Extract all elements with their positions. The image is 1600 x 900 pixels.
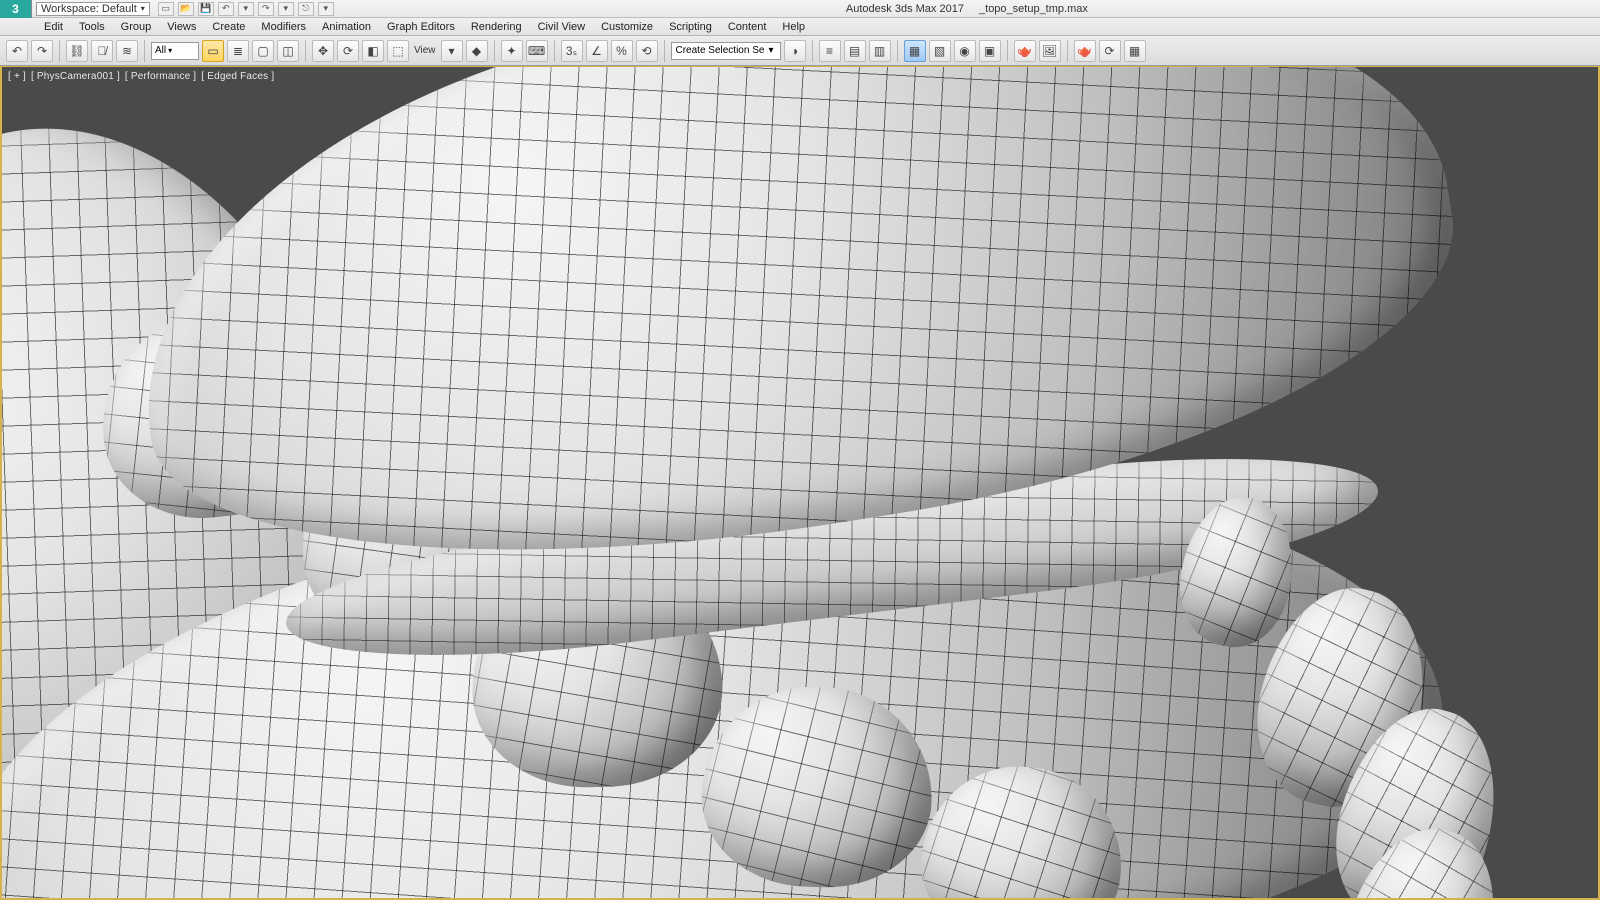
snap-toggle-button[interactable]: 3ₛ — [561, 40, 583, 62]
menu-civil-view[interactable]: Civil View — [530, 18, 593, 35]
separator — [144, 40, 145, 62]
separator — [494, 40, 495, 62]
menu-help[interactable]: Help — [774, 18, 813, 35]
rotate-button[interactable]: ⟳ — [337, 40, 359, 62]
menu-graph-editors[interactable]: Graph Editors — [379, 18, 463, 35]
placement-button[interactable]: ⬚ — [387, 40, 409, 62]
save-icon[interactable]: 💾 — [198, 2, 214, 16]
mirror-button[interactable]: ◑ — [784, 40, 806, 62]
separator — [664, 40, 665, 62]
redo-icon[interactable]: ↷ — [258, 2, 274, 16]
open-file-icon[interactable]: 📂 — [178, 2, 194, 16]
link-button[interactable]: ⛓ — [66, 40, 88, 62]
pivot-button[interactable]: ◆ — [466, 40, 488, 62]
menu-animation[interactable]: Animation — [314, 18, 379, 35]
redo-dropdown-icon[interactable]: ▾ — [278, 2, 294, 16]
undo-dropdown-icon[interactable]: ▾ — [238, 2, 254, 16]
window-crossing-button[interactable]: ◫ — [277, 40, 299, 62]
render-last-button[interactable]: ⟳ — [1099, 40, 1121, 62]
new-file-icon[interactable]: ▭ — [158, 2, 174, 16]
workspace-label: Workspace: Default — [41, 3, 137, 15]
bind-spacewarp-button[interactable]: ≋ — [116, 40, 138, 62]
app-name: Autodesk 3ds Max 2017 — [846, 3, 964, 15]
align-button[interactable]: ≡ — [819, 40, 841, 62]
separator — [812, 40, 813, 62]
select-by-name-button[interactable]: ≣ — [227, 40, 249, 62]
menu-create[interactable]: Create — [204, 18, 253, 35]
separator — [1007, 40, 1008, 62]
move-button[interactable]: ✥ — [312, 40, 334, 62]
render-frame-button[interactable]: 🫖 — [1014, 40, 1036, 62]
material-editor-button[interactable]: ◉ — [954, 40, 976, 62]
workspace-selector[interactable]: Workspace: Default ▾ — [36, 2, 150, 16]
redo-button[interactable]: ↷ — [31, 40, 53, 62]
menu-content[interactable]: Content — [720, 18, 775, 35]
app-logo[interactable]: 3 — [0, 0, 32, 18]
undo-button[interactable]: ↶ — [6, 40, 28, 62]
selection-filter[interactable]: All ▾ — [151, 42, 199, 60]
menu-views[interactable]: Views — [159, 18, 204, 35]
qat-dropdown-icon[interactable]: ▾ — [318, 2, 334, 16]
keyboard-shortcut-button[interactable]: ⌨ — [526, 40, 548, 62]
selection-set-combo[interactable]: Create Selection Se ▾ — [671, 42, 781, 60]
menu-rendering[interactable]: Rendering — [463, 18, 530, 35]
chevron-down-icon: ▾ — [768, 45, 773, 56]
filter-value: All — [155, 45, 166, 56]
unlink-button[interactable]: ⛓̸ — [91, 40, 113, 62]
manipulate-button[interactable]: ✦ — [501, 40, 523, 62]
file-name: _topo_setup_tmp.max — [979, 3, 1088, 15]
menu-modifiers[interactable]: Modifiers — [253, 18, 314, 35]
window-title: Autodesk 3ds Max 2017 _topo_setup_tmp.ma… — [334, 3, 1600, 15]
coord-dropdown-button[interactable]: ▾ — [441, 40, 463, 62]
link-icon[interactable]: ⎋ — [298, 2, 314, 16]
spinner-snap-button[interactable]: ⟲ — [636, 40, 658, 62]
separator — [59, 40, 60, 62]
menu-customize[interactable]: Customize — [593, 18, 661, 35]
title-bar: 3 Workspace: Default ▾ ▭ 📂 💾 ↶ ▾ ↷ ▾ ⎋ ▾… — [0, 0, 1600, 18]
separator — [305, 40, 306, 62]
viewport-3d-scene — [2, 67, 1598, 898]
toggle-ribbon-button[interactable]: ▦ — [904, 40, 926, 62]
menu-edit[interactable]: Edit — [36, 18, 71, 35]
menu-tools[interactable]: Tools — [71, 18, 113, 35]
layers-button[interactable]: ▤ — [844, 40, 866, 62]
chevron-down-icon: ▾ — [141, 4, 145, 13]
separator — [897, 40, 898, 62]
render-production-button[interactable]: 🖼 — [1039, 40, 1061, 62]
menu-scripting[interactable]: Scripting — [661, 18, 720, 35]
selection-set-value: Create Selection Se — [676, 45, 765, 56]
menu-group[interactable]: Group — [113, 18, 160, 35]
rect-region-button[interactable]: ▢ — [252, 40, 274, 62]
scale-button[interactable]: ◧ — [362, 40, 384, 62]
angle-snap-button[interactable]: ∠ — [586, 40, 608, 62]
render-online-button[interactable]: ▦ — [1124, 40, 1146, 62]
render-setup-button[interactable]: ▣ — [979, 40, 1001, 62]
curve-editor-button[interactable]: ▥ — [869, 40, 891, 62]
render-iterative-button[interactable]: 🫖 — [1074, 40, 1096, 62]
schematic-view-button[interactable]: ▧ — [929, 40, 951, 62]
viewport[interactable]: [ + ] [ PhysCamera001 ] [ Performance ] … — [0, 66, 1600, 900]
separator — [554, 40, 555, 62]
quick-access-toolbar: ▭ 📂 💾 ↶ ▾ ↷ ▾ ⎋ ▾ — [158, 2, 334, 16]
percent-snap-button[interactable]: % — [611, 40, 633, 62]
reference-coord-label: View — [412, 45, 438, 56]
menu-bar: Edit Tools Group Views Create Modifiers … — [0, 18, 1600, 36]
undo-icon[interactable]: ↶ — [218, 2, 234, 16]
select-object-button[interactable]: ▭ — [202, 40, 224, 62]
main-toolbar: ↶ ↷ ⛓ ⛓̸ ≋ All ▾ ▭ ≣ ▢ ◫ ✥ ⟳ ◧ ⬚ View ▾ … — [0, 36, 1600, 66]
chevron-down-icon: ▾ — [168, 46, 172, 55]
separator — [1067, 40, 1068, 62]
